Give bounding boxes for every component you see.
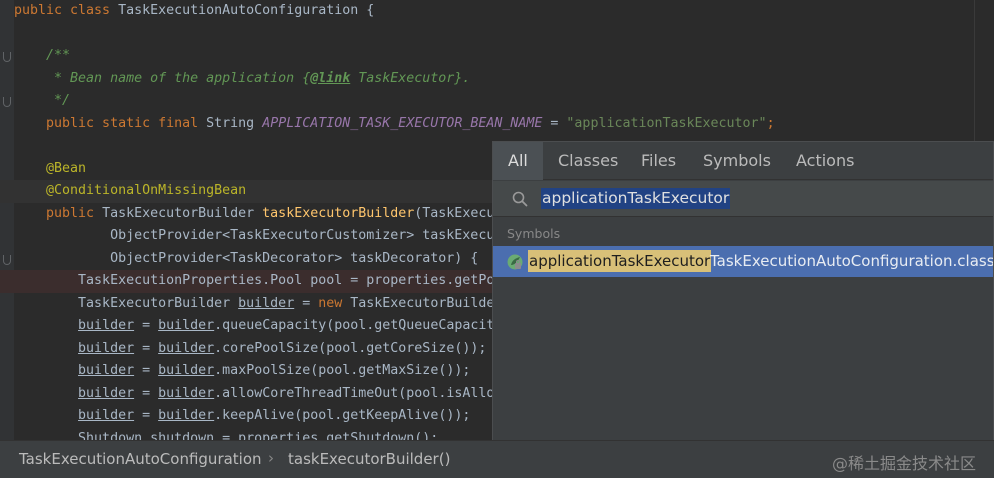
tab-classes[interactable]: Classes: [543, 142, 633, 180]
code-token: new: [318, 295, 351, 311]
code-token: public class: [14, 3, 119, 18]
code-token: =: [134, 363, 159, 378]
code-token: .corePoolSize(pool.getCoreSize());: [214, 340, 487, 356]
code-line[interactable]: [0, 23, 994, 46]
code-line[interactable]: /**: [0, 45, 994, 68]
code-token: TaskExecutionProperties.Pool pool = prop…: [14, 273, 495, 288]
code-token: =: [134, 318, 159, 333]
spring-bean-icon: [507, 254, 523, 270]
code-token: TaskExecutor}.: [350, 70, 471, 86]
code-token: builder: [78, 340, 135, 356]
code-token: builder: [158, 408, 215, 423]
code-token: builder: [78, 385, 135, 401]
code-token: TaskExecutorBuilder: [102, 205, 263, 221]
code-token: .keepAlive(pool.getKeepAlive());: [214, 408, 471, 423]
code-token: builder: [78, 318, 135, 333]
result-name: applicationTaskExecutor: [528, 250, 712, 272]
watermark: @稀土掘金技术社区: [831, 454, 976, 473]
code-line[interactable]: public class TaskExecutionAutoConfigurat…: [0, 0, 994, 23]
popup-tabs: All Classes Files Symbols Actions: [493, 142, 993, 180]
code-token: public static final: [14, 115, 207, 131]
code-token: builder: [158, 318, 215, 333]
tab-all[interactable]: All: [493, 142, 543, 180]
code-token: public: [14, 205, 103, 221]
code-token: "applicationTaskExecutor": [566, 115, 767, 131]
code-token: builder: [78, 363, 135, 378]
search-field[interactable]: applicationTaskExecutor: [493, 181, 993, 217]
tab-symbols[interactable]: Symbols: [688, 142, 786, 180]
code-line[interactable]: */: [0, 90, 994, 113]
code-token: builder: [158, 363, 215, 378]
code-token: =: [134, 340, 159, 356]
code-token: @ConditionalOnMissingBean: [14, 183, 247, 198]
code-token: String: [206, 115, 263, 131]
breadcrumb-method[interactable]: taskExecutorBuilder(): [288, 450, 450, 468]
code-token: @Bean: [14, 160, 87, 176]
code-token: TaskExecutorBuilder: [14, 295, 239, 311]
fold-icon[interactable]: [3, 52, 11, 62]
section-label: Symbols: [507, 226, 561, 241]
chevron-right-icon: ›: [268, 449, 274, 467]
code-token: (TaskExecu: [414, 205, 495, 221]
tab-actions[interactable]: Actions: [781, 142, 869, 180]
search-input[interactable]: applicationTaskExecutor: [541, 188, 731, 209]
code-token: =: [134, 385, 159, 401]
code-token: APPLICATION_TASK_EXECUTOR_BEAN_NAME: [262, 115, 543, 131]
tab-files[interactable]: Files: [626, 142, 691, 180]
code-token: builder: [158, 385, 215, 401]
breadcrumb: TaskExecutionAutoConfiguration › taskExe…: [0, 440, 994, 478]
code-token: builder: [158, 340, 215, 356]
code-token: /**: [14, 48, 71, 63]
fold-icon[interactable]: [3, 97, 11, 107]
code-token: * Bean name of the application {: [14, 70, 311, 86]
code-token: TaskExecutionAutoConfiguration {: [118, 3, 375, 18]
search-icon: [512, 191, 528, 207]
code-token: .queueCapacity(pool.getQueueCapacit: [214, 318, 495, 333]
code-token: Shutdown shutdown = properties.getShutdo…: [14, 430, 439, 441]
code-token: .maxPoolSize(pool.getMaxSize());: [214, 363, 471, 378]
code-token: .allowCoreThreadTimeOut(pool.isAllo: [214, 385, 495, 401]
code-token: ObjectProvider<TaskExecutorCustomizer> t…: [14, 228, 495, 243]
code-token: ;: [766, 115, 775, 131]
code-line[interactable]: public static final String APPLICATION_T…: [0, 113, 994, 136]
fold-icon[interactable]: [3, 254, 11, 265]
code-token: builder: [78, 408, 135, 423]
code-token: taskExecutorBuilder: [262, 205, 415, 221]
code-token: =: [294, 295, 319, 311]
result-class: TaskExecutionAutoConfiguration.class: [710, 252, 994, 270]
result-item[interactable]: applicationTaskExecutor TaskExecutionAut…: [493, 246, 994, 277]
code-token: */: [14, 93, 71, 108]
breadcrumb-class[interactable]: TaskExecutionAutoConfiguration: [19, 450, 262, 468]
code-token: @link: [310, 70, 351, 86]
code-token: ObjectProvider<TaskDecorator> taskDecora…: [14, 250, 479, 266]
search-everywhere-popup: All Classes Files Symbols Actions applic…: [492, 141, 994, 441]
code-line[interactable]: * Bean name of the application {@link Ta…: [0, 68, 994, 91]
code-token: TaskExecutorBuilde: [350, 295, 495, 311]
code-token: =: [134, 408, 159, 423]
code-token: =: [542, 115, 567, 131]
code-token: builder: [238, 295, 295, 311]
